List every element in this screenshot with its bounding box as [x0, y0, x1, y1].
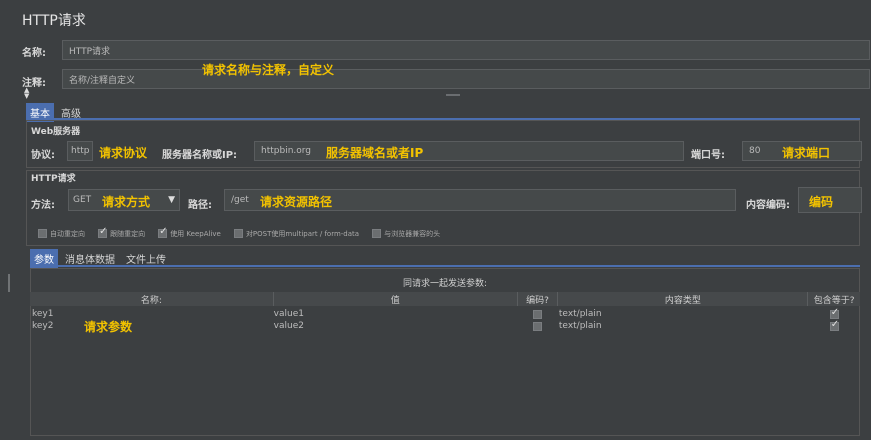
options-row: 自动重定向 跟随重定向 使用 KeepAlive 对POST使用multipar…: [38, 223, 448, 242]
annotation-name: 请求名称与注释，自定义: [202, 63, 335, 77]
param-content-type[interactable]: text/plain: [557, 320, 807, 332]
window-title: HTTP请求: [22, 13, 86, 29]
option-label: 自动重定向: [50, 229, 85, 238]
param-content-type[interactable]: text/plain: [557, 308, 807, 320]
param-value[interactable]: value2: [272, 320, 516, 332]
encoding-label: 内容编码:: [746, 200, 790, 211]
table-header: 名称: 值 编码? 内容类型 包含等于?: [30, 292, 860, 306]
collapse-arrows-icon[interactable]: ▲ ▼: [24, 87, 29, 100]
path-label: 路径:: [188, 200, 212, 211]
server-input[interactable]: httpbin.org: [254, 141, 684, 161]
option-label: 对POST使用multipart / form-data: [245, 229, 360, 238]
param-name[interactable]: key1: [30, 308, 272, 320]
include-equals-checkbox[interactable]: [829, 307, 839, 319]
column-header-value[interactable]: 值: [274, 292, 518, 306]
annotation-port: 请求端口: [782, 146, 831, 160]
checkbox-multipart[interactable]: [233, 229, 243, 238]
column-header-encode[interactable]: 编码?: [518, 292, 559, 306]
annotation-encoding: 编码: [809, 195, 834, 209]
server-label: 服务器名称或IP:: [162, 150, 238, 161]
include-equals-cell: [806, 319, 860, 332]
include-equals-checkbox[interactable]: [829, 319, 839, 331]
param-name[interactable]: key2: [30, 320, 272, 332]
name-input[interactable]: HTTP请求: [62, 40, 870, 60]
column-header-name[interactable]: 名称:: [30, 292, 274, 306]
method-value: GET: [73, 195, 92, 205]
port-label: 端口号:: [691, 150, 725, 161]
option-label: 与浏览器兼容的头: [384, 229, 441, 238]
annotation-method: 请求方式: [102, 195, 151, 209]
splitter-handle[interactable]: [446, 94, 460, 96]
comment-input[interactable]: 名称/注释自定义: [62, 69, 870, 89]
table-row[interactable]: key2 value2 text/plain: [30, 319, 860, 332]
protocol-input[interactable]: http: [67, 141, 93, 161]
param-value[interactable]: value1: [272, 308, 516, 320]
option-label: 跟随重定向: [110, 229, 146, 238]
method-label: 方法:: [31, 200, 55, 211]
name-label: 名称:: [22, 48, 46, 59]
encode-checkbox[interactable]: [532, 321, 542, 331]
annotation-path: 请求资源路径: [260, 195, 333, 209]
table-row[interactable]: key1 value1 text/plain: [30, 307, 860, 320]
annotation-server: 服务器域名或者IP: [326, 146, 424, 160]
checkbox-auto-redirect[interactable]: [38, 229, 47, 238]
chevron-down-icon: ▼: [168, 195, 175, 205]
checkbox-browser-headers[interactable]: [372, 229, 382, 238]
column-header-content-type[interactable]: 内容类型: [558, 292, 809, 306]
encode-cell: [515, 308, 557, 320]
http-request-title: HTTP请求: [31, 174, 76, 184]
encode-checkbox[interactable]: [532, 309, 542, 319]
web-server-title: Web服务器: [31, 127, 81, 137]
annotation-params: 请求参数: [84, 320, 133, 334]
checkbox-keepalive[interactable]: [158, 226, 168, 238]
column-header-include-equals[interactable]: 包含等于?: [808, 292, 860, 306]
annotation-protocol: 请求协议: [99, 146, 148, 160]
params-caption: 同请求一起发送参数:: [402, 279, 488, 289]
protocol-label: 协议:: [31, 150, 55, 161]
option-label: 使用 KeepAlive: [170, 229, 221, 238]
param-tabs-underline: [30, 265, 860, 267]
encode-cell: [515, 320, 557, 332]
checkbox-follow-redirect[interactable]: [98, 226, 107, 238]
left-splitter[interactable]: [8, 274, 10, 292]
